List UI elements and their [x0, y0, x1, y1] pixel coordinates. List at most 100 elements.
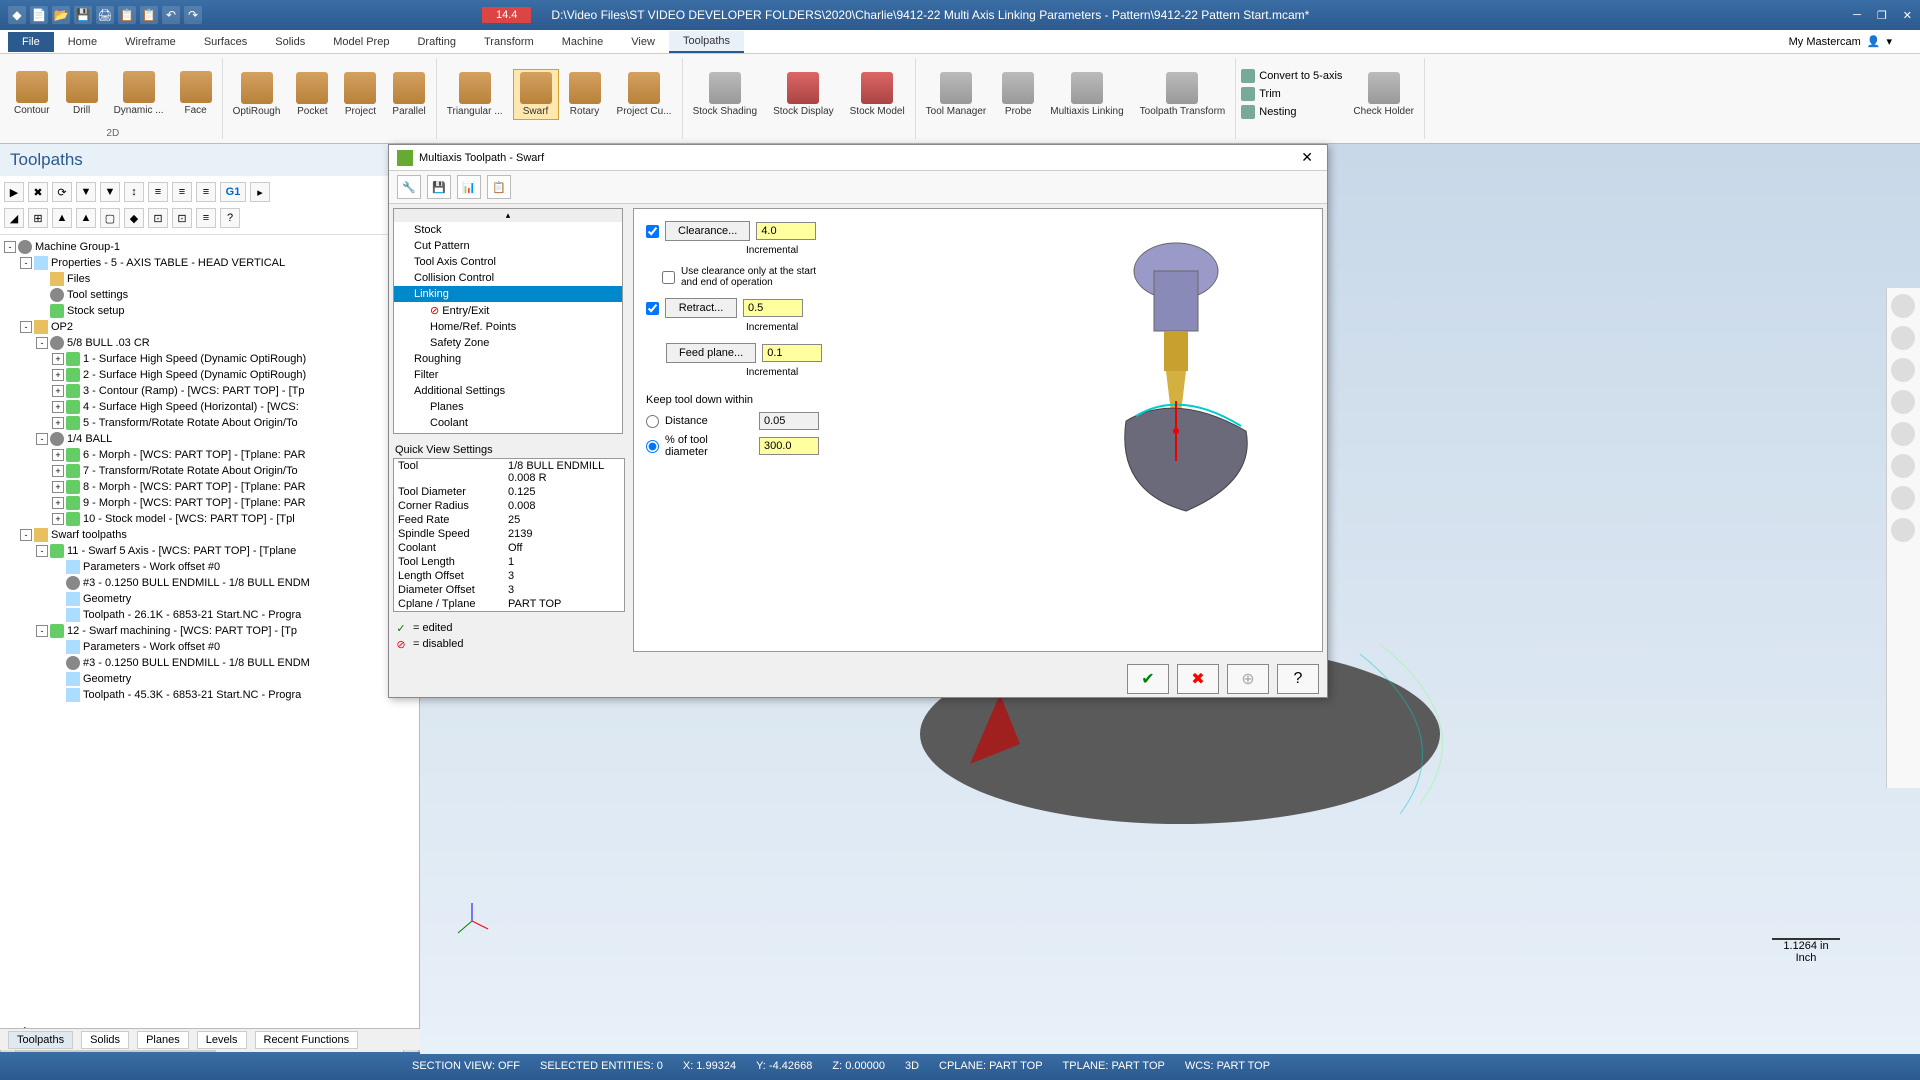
tool-icon-15[interactable]: ▢: [100, 208, 120, 228]
param-node[interactable]: Collision Control: [394, 270, 622, 286]
rs-icon-7[interactable]: [1891, 486, 1915, 510]
nesting-button[interactable]: Nesting: [1240, 104, 1343, 120]
dialog-tool-save[interactable]: 💾: [427, 175, 451, 199]
param-node[interactable]: ⊘ Entry/Exit: [394, 302, 622, 319]
print-icon[interactable]: 🖨: [96, 6, 114, 24]
rs-icon-1[interactable]: [1891, 294, 1915, 318]
rs-icon-6[interactable]: [1891, 454, 1915, 478]
undo-icon[interactable]: ↶: [162, 6, 180, 24]
deselect-icon[interactable]: ✖: [28, 182, 48, 202]
multiaxis-linking-button[interactable]: Multiaxis Linking: [1044, 70, 1129, 119]
cancel-button[interactable]: ✖: [1177, 664, 1219, 694]
tool-icon-10[interactable]: ▸: [250, 182, 270, 202]
rs-icon-3[interactable]: [1891, 358, 1915, 382]
tool-icon-13[interactable]: ▲: [52, 208, 72, 228]
param-node[interactable]: Home/Ref. Points: [394, 319, 622, 335]
tab-toolpaths[interactable]: Toolpaths: [669, 31, 744, 53]
status-tplane[interactable]: TPLANE: PART TOP: [1063, 1060, 1165, 1072]
tool-icon-6[interactable]: ↕: [124, 182, 144, 202]
projectcu-button[interactable]: Project Cu...: [611, 70, 678, 119]
tree-node[interactable]: +5 - Transform/Rotate Rotate About Origi…: [4, 415, 415, 431]
btab-recent[interactable]: Recent Functions: [255, 1031, 359, 1049]
tool-icon-12[interactable]: ⊞: [28, 208, 48, 228]
convert-5axis-button[interactable]: Convert to 5-axis: [1240, 68, 1343, 84]
clearance-input[interactable]: [756, 222, 816, 240]
redo-icon[interactable]: ↷: [184, 6, 202, 24]
param-node[interactable]: Additional Settings: [394, 383, 622, 399]
tool-icon-19[interactable]: ≡: [196, 208, 216, 228]
distance-radio[interactable]: [646, 415, 659, 428]
use-clearance-checkbox[interactable]: [662, 271, 675, 284]
tree-node[interactable]: -1/4 BALL: [4, 431, 415, 447]
pocket-button[interactable]: Pocket: [290, 70, 334, 119]
probe-button[interactable]: Probe: [996, 70, 1040, 119]
status-section[interactable]: SECTION VIEW: OFF: [412, 1060, 520, 1072]
tab-view[interactable]: View: [617, 32, 669, 52]
dialog-close-button[interactable]: ✕: [1295, 149, 1319, 166]
tool-icon-4[interactable]: ▼: [76, 182, 96, 202]
minimize-button[interactable]: ─: [1853, 9, 1861, 22]
tree-node[interactable]: +10 - Stock model - [WCS: PART TOP] - [T…: [4, 511, 415, 527]
rs-icon-8[interactable]: [1891, 518, 1915, 542]
contour-button[interactable]: Contour: [8, 69, 56, 118]
dialog-tool-3[interactable]: 📊: [457, 175, 481, 199]
tree-node[interactable]: Toolpath - 26.1K - 6853-21 Start.NC - Pr…: [4, 607, 415, 623]
tree-node[interactable]: +2 - Surface High Speed (Dynamic OptiRou…: [4, 367, 415, 383]
btab-solids[interactable]: Solids: [81, 1031, 129, 1049]
tree-node[interactable]: #3 - 0.1250 BULL ENDMILL - 1/8 BULL ENDM: [4, 655, 415, 671]
tree-node[interactable]: Tool settings: [4, 287, 415, 303]
close-button[interactable]: ✕: [1903, 9, 1912, 22]
param-node[interactable]: Safety Zone: [394, 335, 622, 351]
tree-node[interactable]: +6 - Morph - [WCS: PART TOP] - [Tplane: …: [4, 447, 415, 463]
g1-button[interactable]: G1: [220, 182, 246, 202]
rs-icon-5[interactable]: [1891, 422, 1915, 446]
optirough-button[interactable]: OptiRough: [227, 70, 287, 119]
feedplane-button[interactable]: Feed plane...: [666, 343, 756, 363]
tool-icon-20[interactable]: ?: [220, 208, 240, 228]
toolpath-transform-button[interactable]: Toolpath Transform: [1134, 70, 1232, 119]
tree-node[interactable]: Parameters - Work offset #0: [4, 559, 415, 575]
tree-node[interactable]: Geometry: [4, 671, 415, 687]
tree-node[interactable]: -Properties - 5 - AXIS TABLE - HEAD VERT…: [4, 255, 415, 271]
param-node[interactable]: Canned Text: [394, 431, 622, 434]
paste-icon[interactable]: 📋: [140, 6, 158, 24]
new-icon[interactable]: 📄: [30, 6, 48, 24]
feedplane-input[interactable]: [762, 344, 822, 362]
dialog-tool-1[interactable]: 🔧: [397, 175, 421, 199]
copy-icon[interactable]: 📋: [118, 6, 136, 24]
tool-icon-11[interactable]: ◢: [4, 208, 24, 228]
tool-icon-16[interactable]: ◆: [124, 208, 144, 228]
tree-node[interactable]: -11 - Swarf 5 Axis - [WCS: PART TOP] - […: [4, 543, 415, 559]
parallel-button[interactable]: Parallel: [386, 70, 431, 119]
rotary-button[interactable]: Rotary: [563, 70, 607, 119]
tab-machine[interactable]: Machine: [548, 32, 618, 52]
tree-node[interactable]: -12 - Swarf machining - [WCS: PART TOP] …: [4, 623, 415, 639]
status-mode[interactable]: 3D: [905, 1060, 919, 1072]
tool-manager-button[interactable]: Tool Manager: [920, 70, 993, 119]
triangular-button[interactable]: Triangular ...: [441, 70, 509, 119]
tab-wireframe[interactable]: Wireframe: [111, 32, 190, 52]
my-mastercam-link[interactable]: My Mastercam 👤 ▾: [1789, 35, 1912, 48]
tree-node[interactable]: +8 - Morph - [WCS: PART TOP] - [Tplane: …: [4, 479, 415, 495]
maximize-button[interactable]: ❐: [1877, 9, 1887, 22]
btab-toolpaths[interactable]: Toolpaths: [8, 1031, 73, 1049]
tree-node[interactable]: #3 - 0.1250 BULL ENDMILL - 1/8 BULL ENDM: [4, 575, 415, 591]
param-node[interactable]: Stock: [394, 222, 622, 238]
tool-icon-9[interactable]: ≡: [196, 182, 216, 202]
tab-file[interactable]: File: [8, 32, 54, 52]
tree-node[interactable]: +7 - Transform/Rotate Rotate About Origi…: [4, 463, 415, 479]
tab-surfaces[interactable]: Surfaces: [190, 32, 261, 52]
tool-icon-18[interactable]: ⊡: [172, 208, 192, 228]
retract-checkbox[interactable]: [646, 302, 659, 315]
param-node[interactable]: Filter: [394, 367, 622, 383]
drill-button[interactable]: Drill: [60, 69, 104, 118]
tool-icon-17[interactable]: ⊡: [148, 208, 168, 228]
select-icon[interactable]: ▶: [4, 182, 24, 202]
dialog-tool-4[interactable]: 📋: [487, 175, 511, 199]
tree-node[interactable]: Parameters - Work offset #0: [4, 639, 415, 655]
param-scroll-up[interactable]: ▴: [394, 209, 622, 222]
tool-icon-5[interactable]: ▼: [100, 182, 120, 202]
regen-icon[interactable]: ⟳: [52, 182, 72, 202]
retract-input[interactable]: [743, 299, 803, 317]
retract-button[interactable]: Retract...: [665, 298, 737, 318]
